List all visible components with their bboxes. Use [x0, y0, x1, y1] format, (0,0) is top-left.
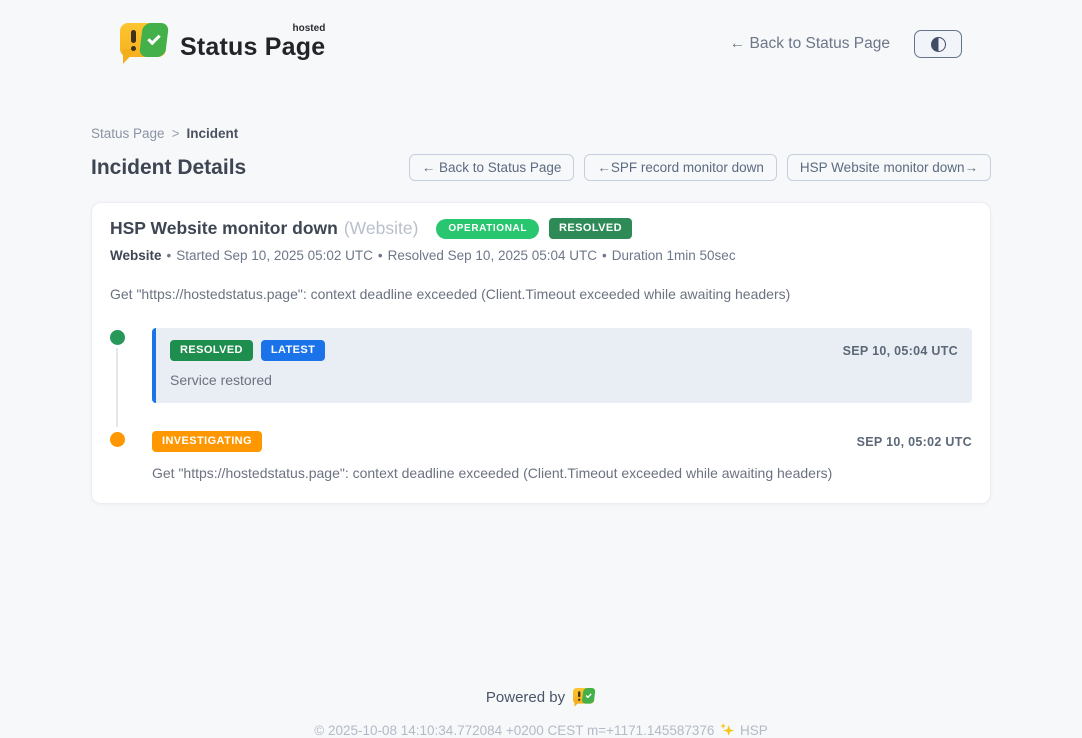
copyright-line: © 2025-10-08 14:10:34.772084 +0200 CEST … — [0, 723, 1082, 738]
app-logo[interactable]: hosted Status Page — [120, 23, 325, 65]
hsp-logo-icon[interactable] — [573, 687, 596, 708]
powered-by: Powered by — [0, 687, 1082, 708]
timeline-message: Get "https://hostedstatus.page": context… — [152, 465, 972, 481]
timeline-entry-head: RESOLVED LATEST SEP 10, 05:04 UTC — [170, 340, 958, 361]
timeline-entry-box-latest: RESOLVED LATEST SEP 10, 05:04 UTC Servic… — [152, 328, 972, 403]
incident-title: HSP Website monitor down — [110, 218, 338, 239]
timeline-entry-resolved: RESOLVED LATEST SEP 10, 05:04 UTC Servic… — [110, 328, 972, 403]
header: hosted Status Page ← Back to Status Page — [0, 0, 1082, 74]
previous-incident-button[interactable]: ←SPF record monitor down — [584, 154, 777, 181]
meta-duration: Duration 1min 50sec — [612, 248, 736, 263]
meta-separator: • — [602, 248, 607, 263]
timeline-timestamp: SEP 10, 05:02 UTC — [857, 435, 972, 449]
back-to-status-page-link[interactable]: ← Back to Status Page — [730, 35, 890, 53]
title-row: Incident Details ← Back to Status Page ←… — [91, 154, 991, 181]
meta-separator: • — [167, 248, 172, 263]
incident-component-label: (Website) — [344, 218, 419, 239]
copyright-brand: HSP — [740, 723, 768, 738]
breadcrumb-status-page[interactable]: Status Page — [91, 126, 165, 141]
logo-text-wrap: hosted Status Page — [180, 23, 325, 62]
meta-resolved: Resolved Sep 10, 2025 05:04 UTC — [388, 248, 597, 263]
timeline-entry-box: INVESTIGATING SEP 10, 05:02 UTC Get "htt… — [152, 431, 972, 481]
incident-description: Get "https://hostedstatus.page": context… — [110, 286, 972, 302]
timeline-dot-resolved — [110, 330, 125, 345]
timeline-entry-badges: RESOLVED LATEST — [170, 340, 325, 361]
main-content: Status Page > Incident Incident Details ← … — [91, 126, 991, 504]
logo-text: Status Page — [180, 33, 325, 61]
theme-toggle-button[interactable] — [914, 30, 962, 58]
breadcrumb-incident: Incident — [186, 126, 238, 141]
logo-hosted-superscript: hosted — [293, 23, 326, 34]
timeline-latest-badge: LATEST — [261, 340, 325, 361]
operational-status-badge: OPERATIONAL — [436, 219, 539, 239]
contrast-icon — [931, 37, 946, 52]
incident-nav-buttons: ← Back to Status Page ←SPF record monito… — [409, 154, 991, 181]
resolved-state-badge: RESOLVED — [549, 218, 632, 239]
meta-component: Website — [110, 248, 162, 263]
incident-timeline: RESOLVED LATEST SEP 10, 05:04 UTC Servic… — [110, 328, 972, 481]
meta-separator: • — [378, 248, 383, 263]
page-title: Incident Details — [91, 156, 246, 180]
exclamation-icon — [131, 30, 136, 43]
footer: Powered by © 2025-10-08 14:10:34.772084 … — [0, 687, 1082, 738]
next-incident-button[interactable]: HSP Website monitor down→ — [787, 154, 991, 181]
sparkles-icon — [720, 723, 734, 737]
timeline-dot-investigating — [110, 432, 125, 447]
incident-card: HSP Website monitor down (Website) OPERA… — [91, 202, 991, 504]
incident-meta: Website • Started Sep 10, 2025 05:02 UTC • R… — [110, 248, 972, 263]
incident-title-row: HSP Website monitor down (Website) OPERA… — [110, 218, 972, 239]
header-right: ← Back to Status Page — [730, 30, 962, 58]
timeline-timestamp: SEP 10, 05:04 UTC — [843, 344, 958, 358]
timeline-resolved-badge: RESOLVED — [170, 340, 253, 361]
breadcrumb-separator: > — [172, 126, 180, 141]
copyright-text: © 2025-10-08 14:10:34.772084 +0200 CEST … — [314, 723, 714, 738]
meta-started: Started Sep 10, 2025 05:02 UTC — [176, 248, 373, 263]
timeline-investigating-badge: INVESTIGATING — [152, 431, 262, 452]
status-page-logo-icon — [120, 23, 168, 65]
powered-by-label: Powered by — [486, 689, 565, 706]
timeline-entry-head: INVESTIGATING SEP 10, 05:02 UTC — [152, 431, 972, 452]
back-to-status-page-button[interactable]: ← Back to Status Page — [409, 154, 575, 181]
timeline-entry-investigating: INVESTIGATING SEP 10, 05:02 UTC Get "htt… — [110, 431, 972, 481]
timeline-message: Service restored — [170, 372, 958, 388]
breadcrumb: Status Page > Incident — [91, 126, 991, 141]
exclamation-dot-icon — [131, 46, 136, 51]
